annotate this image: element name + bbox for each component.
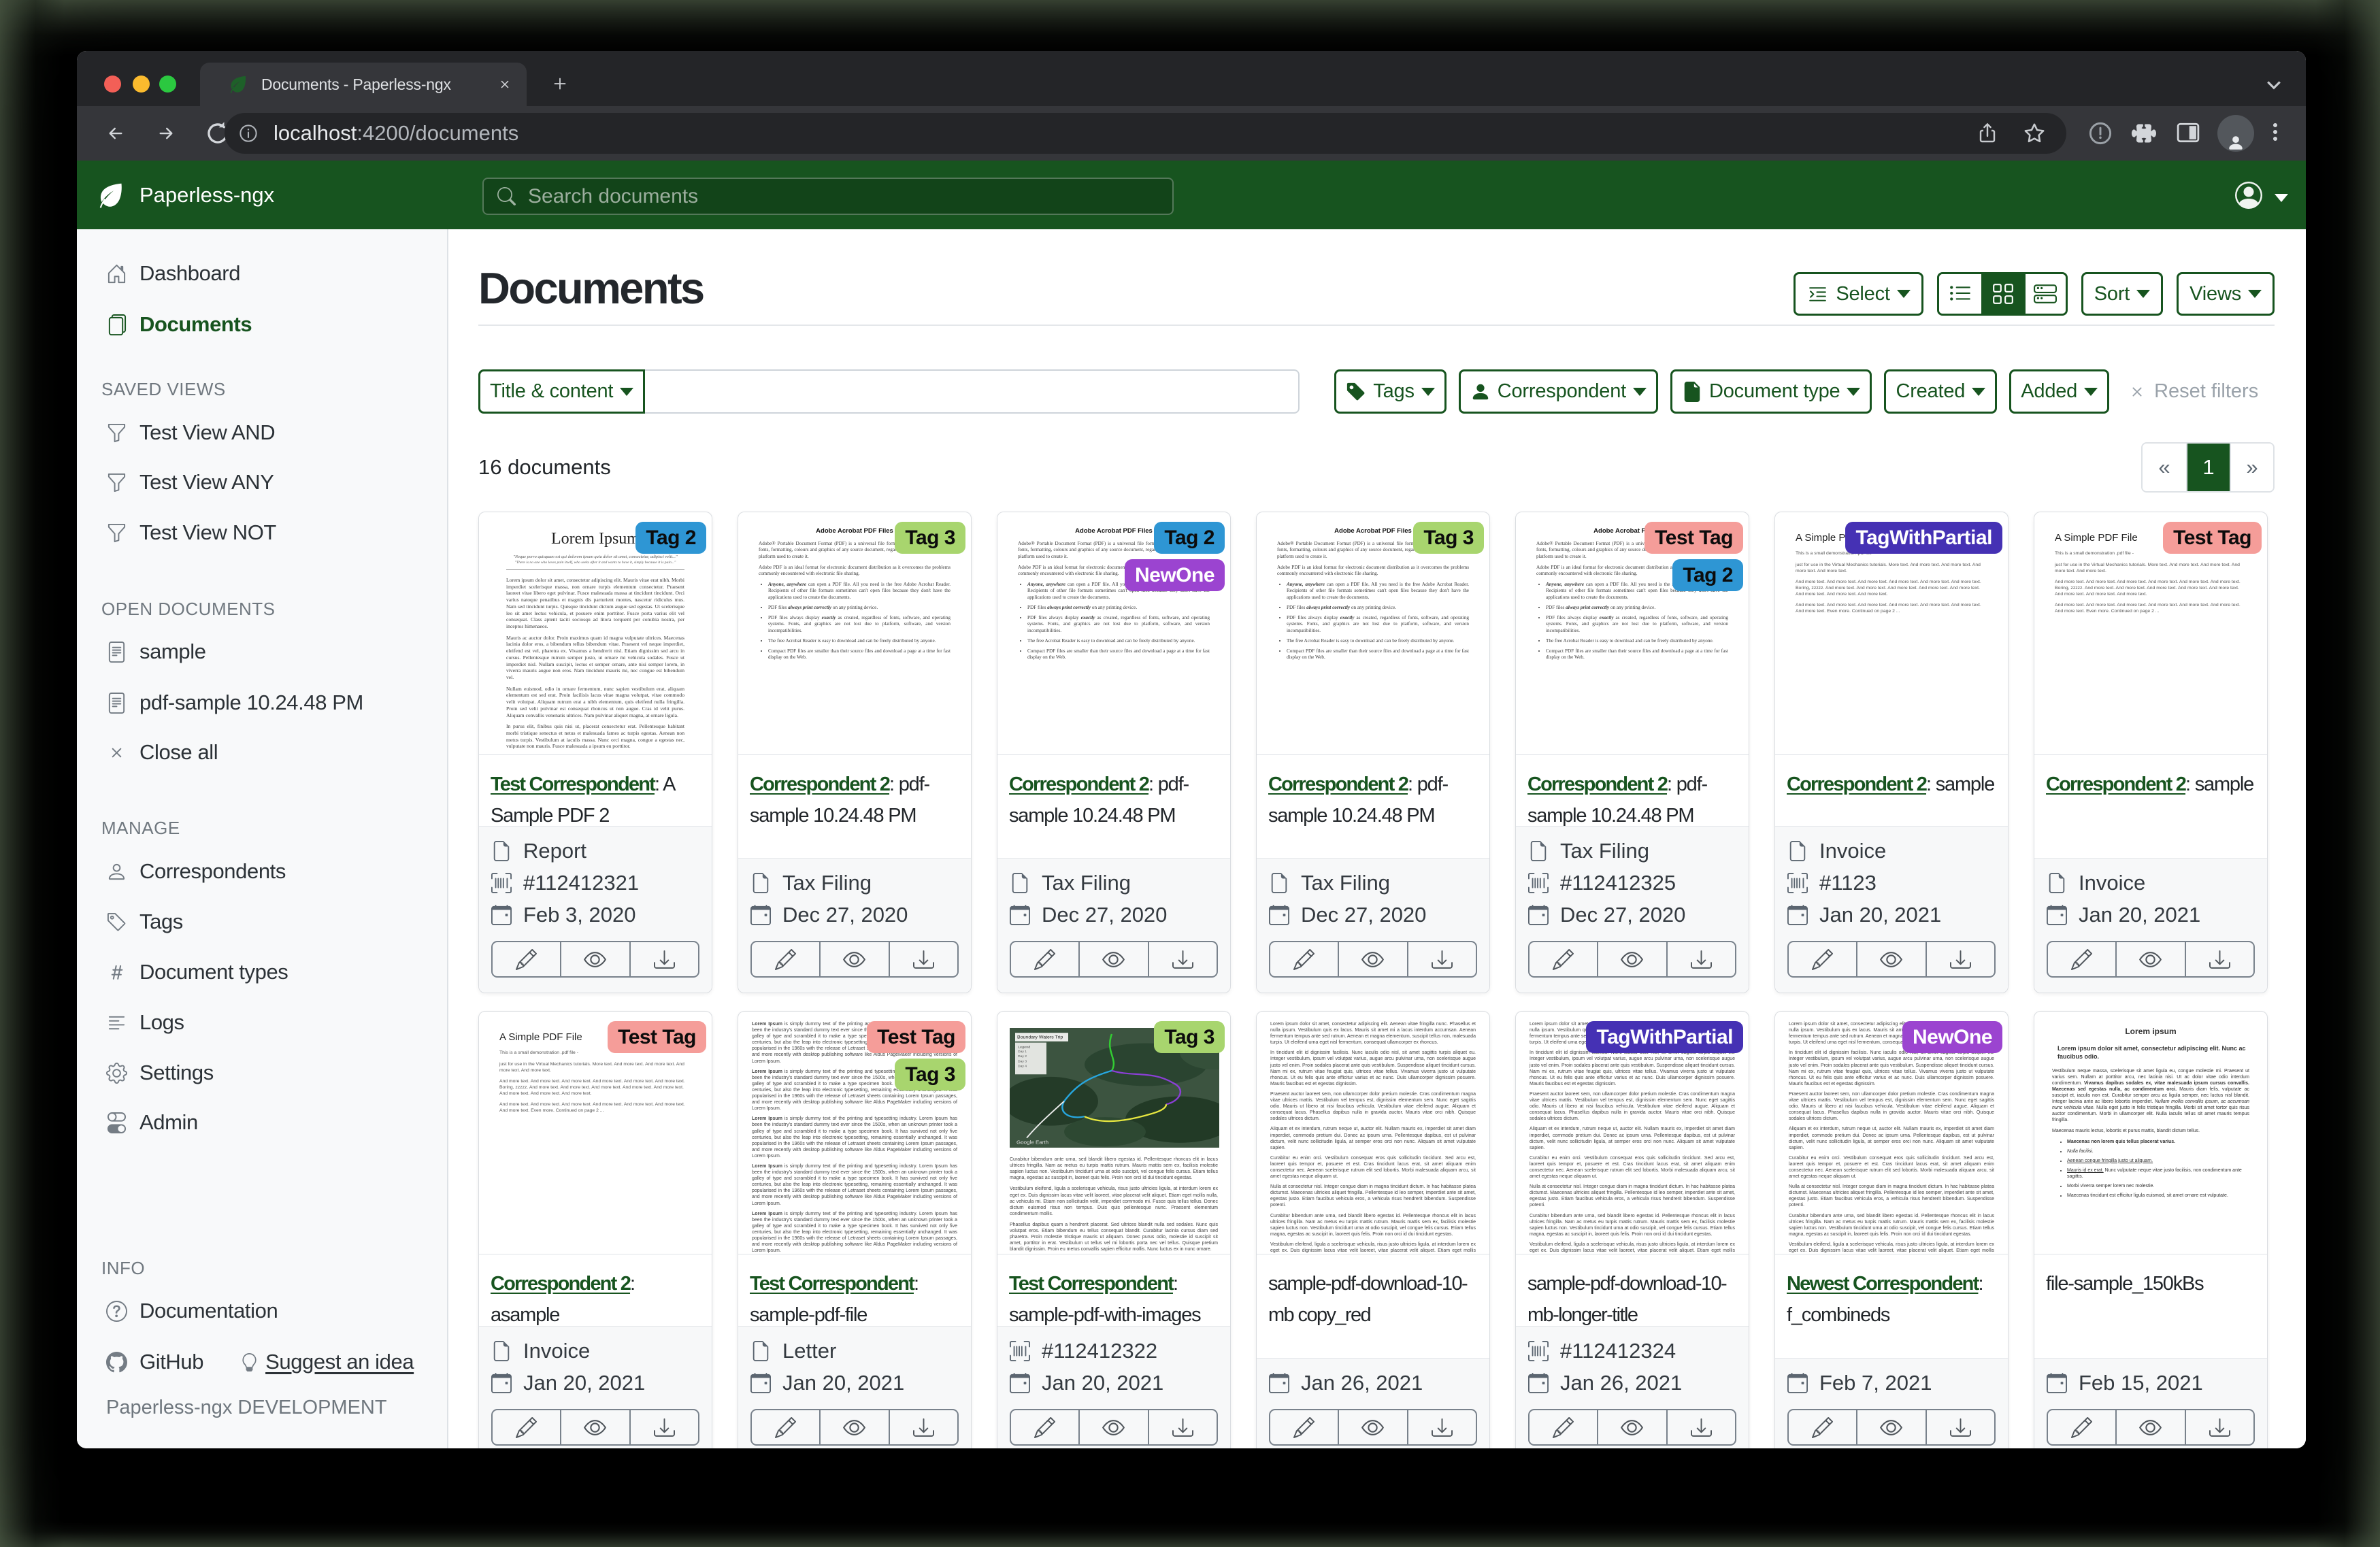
svg-text:Day 1: Day 1: [1018, 1050, 1027, 1054]
svg-text:Boundary Waters Trip: Boundary Waters Trip: [1017, 1035, 1063, 1040]
svg-text:Google Earth: Google Earth: [1017, 1140, 1048, 1146]
svg-text:Day 4: Day 4: [1018, 1065, 1027, 1069]
svg-text:Day 2: Day 2: [1018, 1054, 1027, 1059]
svg-text:Legend: Legend: [1018, 1046, 1030, 1050]
svg-text:Day 3: Day 3: [1018, 1060, 1027, 1064]
